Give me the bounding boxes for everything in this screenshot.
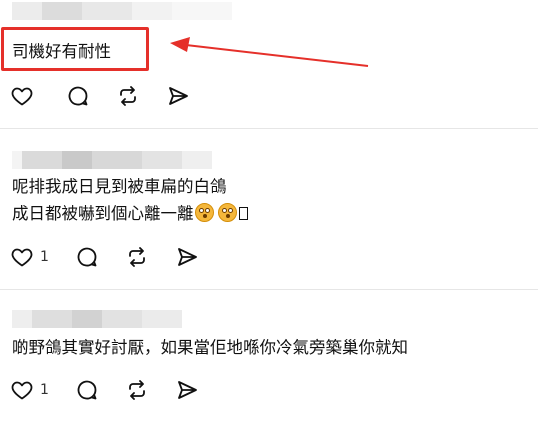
comment-icon bbox=[77, 247, 97, 267]
comment-2: 呢排我成日見到被車扁的白鴿 成日都被嚇到個心離一離 1 bbox=[0, 129, 538, 289]
share-button[interactable] bbox=[175, 245, 199, 269]
username-blurred bbox=[12, 151, 212, 169]
repost-icon bbox=[129, 247, 145, 267]
comment-text-line-1: 呢排我成日見到被車扁的白鴿 bbox=[12, 177, 227, 196]
like-count: 1 bbox=[40, 382, 49, 398]
repost-button[interactable] bbox=[125, 378, 149, 402]
share-button[interactable] bbox=[175, 378, 199, 402]
reply-button[interactable] bbox=[75, 378, 99, 402]
missing-glyph-icon bbox=[238, 207, 248, 220]
send-icon bbox=[178, 381, 197, 399]
comment-text-line-2: 成日都被嚇到個心離一離 bbox=[12, 201, 248, 227]
comment-text: 啲野鴿其實好討厭，如果當佢地喺你冷氣旁築巢你就知 bbox=[12, 338, 408, 357]
like-button[interactable]: 1 bbox=[10, 378, 49, 402]
reply-button[interactable] bbox=[75, 245, 99, 269]
action-bar: 1 bbox=[10, 378, 225, 402]
repost-icon bbox=[129, 380, 145, 400]
annotation-arrow bbox=[170, 37, 369, 67]
send-icon bbox=[178, 248, 197, 266]
heart-icon bbox=[11, 248, 33, 267]
like-button[interactable]: 1 bbox=[10, 245, 49, 269]
heart-icon bbox=[11, 381, 33, 400]
action-bar: 1 bbox=[10, 245, 225, 269]
dizzy-face-emoji-icon bbox=[194, 203, 214, 222]
comment-3: 啲野鴿其實好討厭，如果當佢地喺你冷氣旁築巢你就知 1 bbox=[0, 290, 538, 431]
comment-icon bbox=[77, 380, 97, 400]
like-count: 1 bbox=[40, 249, 49, 265]
dizzy-face-emoji-icon bbox=[217, 203, 237, 222]
username-blurred bbox=[12, 310, 182, 328]
repost-button[interactable] bbox=[125, 245, 149, 269]
